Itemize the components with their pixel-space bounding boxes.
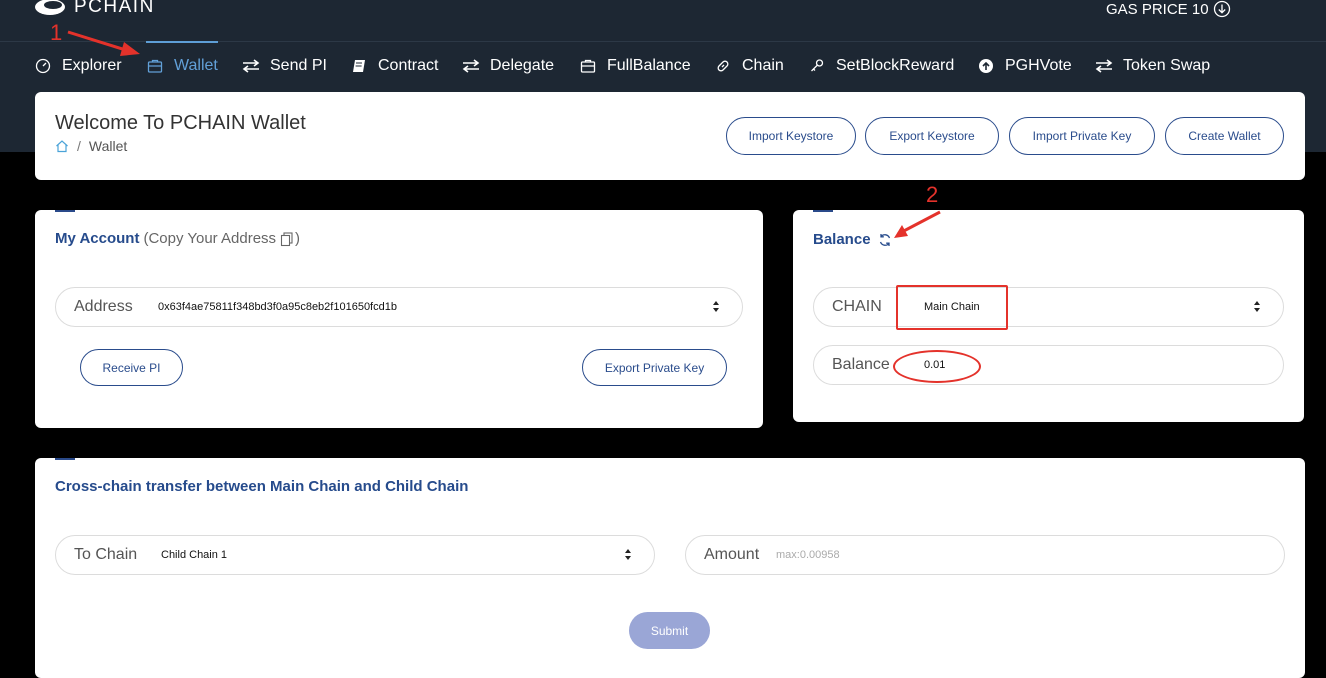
export-private-key-button[interactable]: Export Private Key [582,349,727,386]
receive-pi-button[interactable]: Receive PI [80,349,183,386]
nav-chain[interactable]: Chain [714,54,784,78]
annotation-step-1: 1 [50,20,63,45]
nav-label: Delegate [490,57,555,74]
submit-button[interactable]: Submit [629,612,710,649]
card-accent [55,210,75,212]
nav-contract[interactable]: Contract [350,54,438,78]
welcome-card: Welcome To PCHAIN Wallet / Wallet Import… [35,92,1305,180]
speedometer-icon [34,57,52,75]
address-label: Address [74,298,133,315]
create-wallet-button[interactable]: Create Wallet [1165,117,1284,155]
gas-price-label: GAS PRICE 10 [1106,0,1209,18]
home-icon[interactable] [55,139,69,153]
copy-icon [280,231,293,246]
select-caret-icon [712,301,720,313]
card-accent [813,210,833,212]
crosschain-title: Cross-chain transfer between Main Chain … [55,478,469,495]
breadcrumb-current: Wallet [88,138,128,154]
nav-send-pi[interactable]: Send PI [242,54,327,78]
swap-arrows-icon [1095,57,1113,75]
nav-label: FullBalance [607,57,691,74]
key-icon [808,57,826,75]
card-accent [55,458,75,460]
import-keystore-button[interactable]: Import Keystore [726,117,856,155]
copy-address-end: ) [295,230,301,247]
wallet-icon [146,57,164,75]
swap-arrows-icon [242,57,260,75]
nav-label: Chain [742,57,784,74]
to-chain-select[interactable]: To Chain Child Chain 1 [55,535,655,575]
copy-address-text: (Copy Your Address [143,230,277,247]
my-account-heading: My Account [55,230,140,247]
arrow-circle-up-icon [977,57,995,75]
amount-input[interactable]: Amount max:0.00958 [685,535,1285,575]
pchain-logo-icon [35,0,65,15]
balance-card: Balance CHAIN Main Chain Balance 0.01 [793,210,1304,422]
amount-placeholder: max:0.00958 [776,549,840,561]
link-icon [714,57,732,75]
nav-setblockreward[interactable]: SetBlockReward [808,54,954,78]
annotation-arrow-1 [67,30,140,56]
nav-label: Explorer [62,57,122,74]
balance-title: Balance [813,231,893,248]
annotation-step-2: 2 [926,182,939,207]
arrow-down-circle-icon [1213,0,1230,18]
brand-logo[interactable]: PCHAIN [34,0,155,18]
nav-label: PGHVote [1005,57,1072,74]
nav-token-swap[interactable]: Token Swap [1095,54,1210,78]
nav-label: Wallet [174,57,218,74]
briefcase-icon [579,57,597,75]
nav-label: Send PI [270,57,327,74]
annotation-arrow-2 [894,210,941,238]
breadcrumb: / Wallet [55,138,127,154]
my-account-card: My Account (Copy Your Address ) Address … [35,210,763,428]
nav-pghvote[interactable]: PGHVote [977,54,1072,78]
nav-delegate[interactable]: Delegate [462,54,554,78]
nav-wallet[interactable]: Wallet [146,54,218,78]
nav-label: Token Swap [1123,57,1211,74]
brand-name: PCHAIN [74,0,155,17]
active-tab-indicator [146,41,218,43]
to-chain-label: To Chain [74,546,138,563]
export-keystore-button[interactable]: Export Keystore [865,117,999,155]
select-caret-icon [1253,301,1261,313]
book-icon [350,57,368,75]
main-nav: Explorer Wallet Send PI Contract Delegat… [0,54,1326,78]
breadcrumb-separator: / [77,138,81,154]
nav-label: SetBlockReward [836,57,955,74]
nav-fullbalance[interactable]: FullBalance [579,54,691,78]
page-title: Welcome To PCHAIN Wallet [55,112,306,134]
balance-heading: Balance [813,231,871,248]
balance-field: Balance 0.01 [813,345,1284,385]
import-private-key-button[interactable]: Import Private Key [1009,117,1155,155]
address-value: 0x63f4ae75811f348bd3f0a95c8eb2f101650fcd… [158,301,397,313]
annotation-highlight-balance [893,350,981,383]
my-account-title: My Account (Copy Your Address ) [55,230,300,247]
address-select[interactable]: Address 0x63f4ae75811f348bd3f0a95c8eb2f1… [55,287,743,327]
gas-price[interactable]: GAS PRICE 10 [1106,0,1231,18]
amount-label: Amount [704,546,760,563]
select-caret-icon [624,549,632,561]
to-chain-value: Child Chain 1 [161,549,228,561]
copy-address-link[interactable]: (Copy Your Address ) [143,230,300,247]
swap-arrows-icon [462,57,480,75]
nav-label: Contract [378,57,439,74]
chain-label: CHAIN [832,298,882,315]
annotation-highlight-chain [896,285,1008,330]
chain-select[interactable]: CHAIN Main Chain [813,287,1284,327]
